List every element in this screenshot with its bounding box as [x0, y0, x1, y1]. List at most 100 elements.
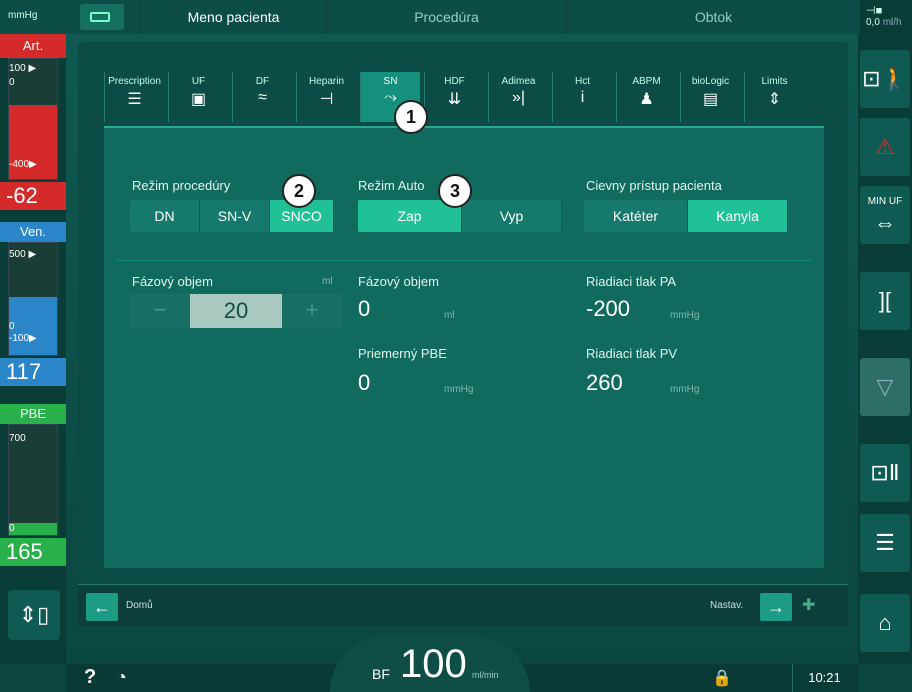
mode-dn-button[interactable]: DN	[130, 200, 200, 232]
pause-icon: ⊡Ⅱ	[870, 460, 900, 485]
connect-patient-button[interactable]: ⊡🚶	[860, 50, 910, 108]
increment-button[interactable]: +	[282, 294, 342, 328]
pbe-pressure-block: PBE 700 0 165	[0, 404, 66, 566]
phase-volume-set-label: Fázový objem	[132, 274, 213, 289]
venous-tick-max: 500 ▶	[9, 249, 37, 260]
biologic-icon: ▤	[702, 91, 719, 108]
abpm-icon: ♟	[639, 91, 654, 108]
pv-control-pressure-value: 260	[586, 370, 623, 395]
subtab-limits[interactable]: Limits ⇕	[744, 72, 804, 122]
subtab-df[interactable]: DF ≈	[232, 72, 292, 122]
pbe-tick-zero: 0	[9, 523, 15, 534]
subtab-heparin[interactable]: Heparin ⊣	[296, 72, 356, 122]
level-adjust-button[interactable]: ⇕▯	[8, 590, 60, 640]
settings-next-button[interactable]: →	[760, 593, 792, 621]
avg-pbe-label: Priemerný PBE	[358, 346, 447, 361]
top-bar: mmHg Meno pacienta Procedúra Obtok ⊣■ 0,…	[0, 0, 912, 34]
access-cannula-button[interactable]: Kanyla	[688, 200, 788, 232]
pause-treatment-button[interactable]: ⊡Ⅱ	[860, 444, 910, 502]
subtab-biologic[interactable]: bioLogic ▤	[680, 72, 740, 122]
tab-procedure[interactable]: Procedúra	[326, 0, 566, 34]
subtab-uf[interactable]: UF ▣	[168, 72, 228, 122]
min-uf-icon: ⇔	[874, 210, 896, 235]
lock-icon[interactable]: 🔒	[712, 668, 732, 688]
settings-label: Nastav.	[710, 600, 744, 611]
arterial-value: -62	[0, 182, 66, 210]
venous-pressure-block: Ven. 500 ▶ 0 -100▶ 117	[0, 222, 66, 386]
procedure-mode-label: Režim procedúry	[132, 178, 231, 193]
bf-unit: ml/min	[472, 670, 499, 680]
list-icon: ☰	[875, 530, 895, 555]
subtab-label: Adimea	[501, 76, 536, 87]
main-panel: Prescription ☰ UF ▣ DF ≈ Heparin ⊣ SN ⤳ HDF ⇊ …	[78, 42, 848, 582]
patient-connect-icon: ⊡🚶	[862, 66, 908, 91]
callout-badge-2: 2	[282, 174, 316, 208]
access-catheter-button[interactable]: Katéter	[584, 200, 688, 232]
arterial-tick-max: 100 ▶	[9, 63, 37, 74]
clock-icon[interactable]: ◔	[116, 667, 127, 688]
back-home-button[interactable]: ←	[86, 593, 118, 621]
alarm-button[interactable]: ⚠	[860, 118, 910, 176]
subtab-label: Limits	[761, 76, 788, 87]
subtab-prescription[interactable]: Prescription ☰	[104, 72, 164, 122]
decrement-button[interactable]: −	[130, 294, 190, 328]
menu-button[interactable]: ☰	[860, 514, 910, 572]
home-label: Domů	[126, 600, 153, 611]
adimea-icon: »|	[511, 89, 526, 106]
venous-value: 117	[0, 358, 66, 386]
clock-time: 10:21	[792, 664, 856, 692]
avg-pbe-value: 0	[358, 370, 371, 395]
blood-flow-display[interactable]: BF 100 ml/min	[330, 636, 530, 692]
arterial-gauge: 100 ▶ 0 -400▶	[8, 58, 58, 180]
uf-rate-display: ⊣■ 0,0 ml/h	[860, 0, 912, 34]
subtab-label: ABPM	[632, 76, 661, 87]
pbe-title: PBE	[0, 404, 66, 424]
phase-volume-label: Fázový objem	[358, 274, 439, 289]
pv-control-pressure-label: Riadiaci tlak PV	[586, 346, 678, 361]
phase-volume-set-unit: ml	[322, 276, 333, 287]
mode-snv-button[interactable]: SN-V	[200, 200, 270, 232]
subtab-adimea[interactable]: Adimea »|	[488, 72, 548, 122]
subtab-label: Hct	[575, 76, 590, 87]
hdf-icon: ⇊	[447, 91, 462, 108]
tab-patient-name[interactable]: Meno pacienta	[140, 0, 326, 34]
auto-off-button[interactable]: Vyp	[462, 200, 562, 232]
df-icon: ≈	[258, 89, 267, 106]
home-button[interactable]: ⌂	[860, 594, 910, 652]
subtab-label: DF	[255, 76, 270, 87]
tab-bypass[interactable]: Obtok	[566, 0, 860, 34]
subtab-abpm[interactable]: ABPM ♟	[616, 72, 676, 122]
arterial-tick-min: -400▶	[9, 159, 37, 170]
subtab-hdf[interactable]: HDF ⇊	[424, 72, 484, 122]
arrow-right-icon: →	[767, 597, 785, 617]
venous-gauge: 500 ▶ 0 -100▶	[8, 242, 58, 356]
pbe-tick-max: 700	[9, 433, 26, 444]
limits-icon: ⇕	[767, 91, 782, 108]
min-uf-button[interactable]: MIN UF ⇔	[860, 186, 910, 244]
help-icon[interactable]: ?	[84, 666, 96, 689]
subtab-label: HDF	[444, 76, 465, 87]
pbe-value: 165	[0, 538, 66, 566]
up-down-icon: ⇕▯	[18, 602, 50, 627]
clamp-icon: ][	[878, 288, 892, 313]
warning-triangle-icon: ⚠	[875, 134, 895, 159]
subtab-hct[interactable]: Hct i	[552, 72, 612, 122]
min-uf-label: MIN UF	[867, 196, 903, 207]
pa-control-pressure-value: -200	[586, 296, 631, 321]
vascular-access-selector: Katéter Kanyla	[584, 200, 788, 232]
pressure-unit: mmHg	[8, 10, 38, 21]
cross-navigation-icon: ✚	[802, 597, 816, 614]
patient-card-icon[interactable]	[80, 4, 124, 30]
subtab-label: Heparin	[308, 76, 345, 87]
phase-volume-input[interactable]: 20	[190, 294, 282, 328]
callout-badge-1: 1	[394, 100, 428, 134]
subtab-label: SN	[383, 76, 398, 87]
clamp-button[interactable]: ][	[860, 272, 910, 330]
pbe-gauge: 700 0	[8, 424, 58, 536]
bf-value: 100	[400, 642, 467, 686]
phase-volume-unit: ml	[444, 310, 455, 321]
subtab-label: UF	[191, 76, 206, 87]
phase-volume-value: 0	[358, 296, 371, 321]
bolus-button[interactable]: ▽	[860, 358, 910, 416]
callout-badge-3: 3	[438, 174, 472, 208]
